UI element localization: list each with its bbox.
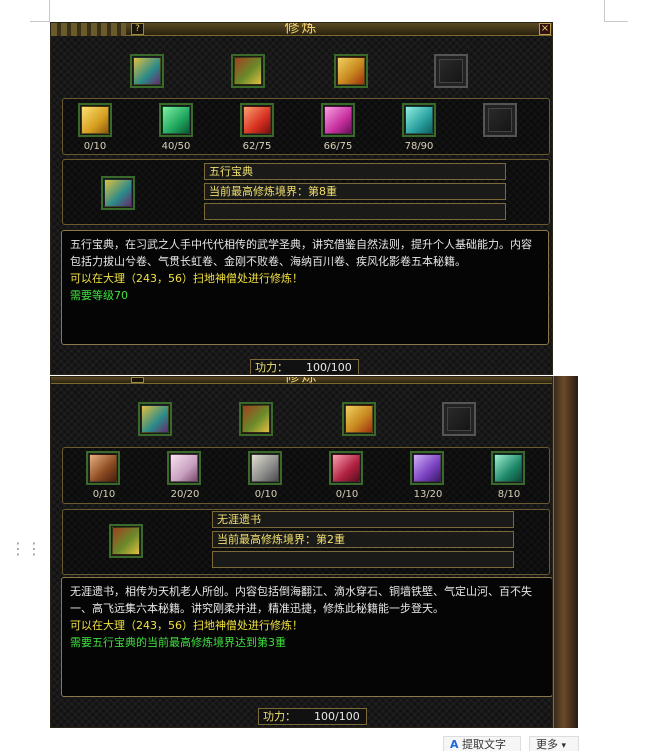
extract-text-label: 提取文字 [462, 738, 507, 751]
sub-book-slot-6[interactable] [491, 451, 525, 485]
book-description: 五行宝典，在习武之人手中代代相传的武学圣典，讲究借鉴自然法则，提升个人基础能力。… [61, 230, 549, 345]
sub-book-slot-6 [483, 103, 517, 137]
teal-scroll-icon [405, 106, 433, 134]
requirement-text: 需要等级70 [70, 289, 128, 302]
sub-book-count-3: 0/10 [254, 489, 278, 500]
page-corner-mark-left [30, 0, 50, 22]
grey-scroll-icon [251, 454, 279, 482]
realm-field: 当前最高修炼境界：第2重 [212, 531, 514, 548]
gongli-value: 100/100 [314, 710, 360, 723]
sub-book-count-5: 78/90 [404, 141, 434, 152]
sub-book-count-2: 40/50 [161, 141, 191, 152]
gold-book-icon [345, 405, 373, 433]
book-name-field: 无涯遗书 [212, 511, 514, 528]
sub-book-slot-2[interactable] [159, 103, 193, 137]
wuxing-book-icon [141, 405, 169, 433]
close-button[interactable]: × [539, 23, 551, 35]
location-text: 可以在大理（243，56）扫地神僧处进行修炼！ [70, 272, 303, 285]
sub-book-count-1: 0/10 [83, 141, 107, 152]
sub-book-slot-5[interactable] [402, 103, 436, 137]
extract-text-button[interactable]: A 提取文字 [443, 736, 521, 751]
purple-scroll-icon [413, 454, 441, 482]
sub-book-count-4: 0/10 [335, 489, 359, 500]
crimson-scroll-icon [332, 454, 360, 482]
sub-book-count-3: 62/75 [242, 141, 272, 152]
cultivation-window-2: 修炼 0/10 20/20 0/10 0/10 13/20 8/10 无涯遗书 … [50, 376, 553, 728]
selected-book-slot [109, 524, 143, 558]
description-text: 无涯遗书，相传为天机老人所创。内容包括倒海翻江、滴水穿石、铜墙铁壁、气定山河、百… [70, 585, 532, 615]
selected-book-slot [101, 176, 135, 210]
page-corner-mark-right [604, 0, 628, 22]
game-scene-edge [553, 376, 578, 728]
magenta-scroll-icon [324, 106, 352, 134]
gold-book-icon [337, 57, 365, 85]
wuya-book-icon [242, 405, 270, 433]
window-title: 修炼 [284, 22, 319, 36]
location-text: 可以在大理（243，56）扫地神僧处进行修炼！ [70, 619, 303, 632]
blank-field [212, 551, 514, 568]
wuya-book-icon [112, 527, 140, 555]
book-slot-wuxing[interactable] [130, 54, 164, 88]
more-button[interactable]: 更多 ▾ [529, 736, 579, 751]
gongli-value: 100/100 [306, 361, 352, 374]
gongli-display: 功力： 100/100 [250, 359, 359, 374]
sub-book-row [62, 447, 550, 504]
sub-book-count-5: 13/20 [413, 489, 443, 500]
document-page: ? 修炼 × 0/10 40/50 62/75 66/75 78/90 五行宝典… [0, 0, 653, 751]
requirement-text: 需要五行宝典的当前最高修炼境界达到第3重 [70, 636, 286, 649]
pink-scroll-icon [170, 454, 198, 482]
book-slot-gold[interactable] [342, 402, 376, 436]
gongli-label: 功力： [263, 710, 296, 723]
book-name-field: 五行宝典 [204, 163, 506, 180]
green-scroll-icon [162, 106, 190, 134]
sub-book-slot-3[interactable] [240, 103, 274, 137]
sub-book-slot-5[interactable] [410, 451, 444, 485]
book-slot-empty [442, 402, 476, 436]
sub-book-slot-4[interactable] [321, 103, 355, 137]
red-scroll-icon [243, 106, 271, 134]
drag-handle-icon[interactable]: ⋮⋮ [10, 541, 42, 557]
chevron-down-icon: ▾ [561, 741, 567, 751]
cultivation-window-1: ? 修炼 × 0/10 40/50 62/75 66/75 78/90 五行宝典… [50, 22, 553, 375]
window-titlebar: ? 修炼 × [51, 23, 552, 36]
brown-scroll-icon [89, 454, 117, 482]
sub-book-slot-2[interactable] [167, 451, 201, 485]
empty-slot-icon [447, 407, 471, 431]
sub-book-count-1: 0/10 [92, 489, 116, 500]
book-slot-gold[interactable] [334, 54, 368, 88]
sub-book-count-2: 20/20 [170, 489, 200, 500]
empty-slot-icon [488, 108, 512, 132]
realm-field: 当前最高修炼境界：第8重 [204, 183, 506, 200]
gongli-label: 功力： [255, 361, 288, 374]
book-slot-wuya[interactable] [231, 54, 265, 88]
window-titlebar: 修炼 [51, 376, 552, 385]
gold-scroll-icon [81, 106, 109, 134]
sub-book-row [62, 98, 550, 155]
window-title: 修炼 [284, 376, 319, 385]
jade-scroll-icon [494, 454, 522, 482]
sub-book-slot-3[interactable] [248, 451, 282, 485]
sub-book-slot-1[interactable] [86, 451, 120, 485]
wuxing-book-icon [104, 179, 132, 207]
description-text: 五行宝典，在习武之人手中代代相传的武学圣典，讲究借鉴自然法则，提升个人基础能力。… [70, 238, 532, 268]
empty-slot-icon [439, 59, 463, 83]
text-extract-icon: A [450, 738, 459, 751]
sub-book-count-6: 8/10 [497, 489, 521, 500]
book-slot-wuxing[interactable] [138, 402, 172, 436]
more-label: 更多 [536, 738, 558, 751]
sub-book-slot-4[interactable] [329, 451, 363, 485]
wuya-book-icon [234, 57, 262, 85]
gongli-display: 功力： 100/100 [258, 708, 367, 725]
book-description: 无涯遗书，相传为天机老人所创。内容包括倒海翻江、滴水穿石、铜墙铁壁、气定山河、百… [61, 577, 552, 697]
wuxing-book-icon [133, 57, 161, 85]
sub-book-slot-1[interactable] [78, 103, 112, 137]
blank-field [204, 203, 506, 220]
book-slot-empty [434, 54, 468, 88]
book-slot-wuya[interactable] [239, 402, 273, 436]
sub-book-count-4: 66/75 [323, 141, 353, 152]
